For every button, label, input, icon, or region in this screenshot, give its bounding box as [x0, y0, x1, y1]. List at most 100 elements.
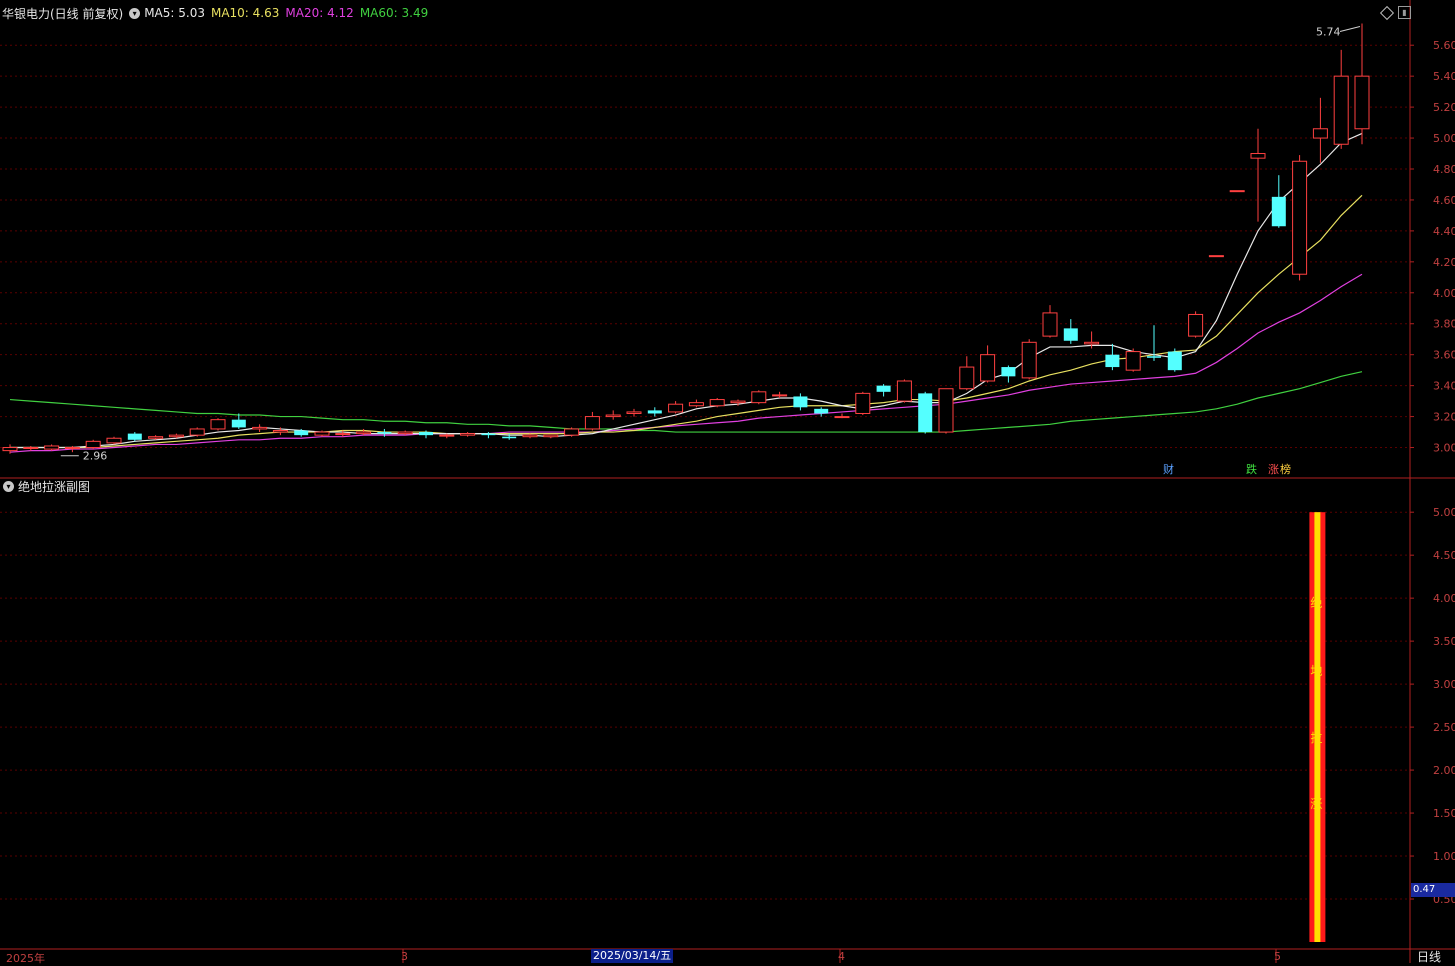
candle-body-up: [1333, 75, 1349, 145]
ma10-label: MA10: 4.63: [210, 6, 280, 20]
dropdown-circle-icon[interactable]: ▾: [129, 7, 141, 19]
candle-body-up: [335, 433, 351, 436]
candle-body-down: [918, 393, 933, 433]
main-tick-label: 4.00: [1433, 287, 1455, 300]
candle-body-up: [1042, 312, 1058, 337]
main-tick-label: 4.20: [1433, 256, 1455, 269]
candle-body-up: [252, 426, 268, 430]
ma20-label: MA20: 4.12: [285, 6, 354, 20]
main-tick-label: 3.60: [1433, 349, 1455, 362]
high-label: 5.74: [1316, 26, 1341, 39]
signal-bar-yellow: [1314, 512, 1321, 942]
period-label[interactable]: 日线: [1417, 948, 1441, 965]
candle-body-up: [772, 394, 788, 397]
main-tick-label: 4.40: [1433, 225, 1455, 238]
candle-body-down: [793, 396, 808, 408]
signal-bar-char: 涨: [1310, 796, 1322, 811]
dropdown-circle-icon[interactable]: ▾: [3, 480, 14, 492]
top-right-tools: ▮: [1379, 5, 1411, 21]
high-arrow: [1339, 26, 1361, 33]
sub-tick-label: 2.50: [1433, 721, 1455, 734]
candle-body-up: [23, 447, 39, 450]
candle-body-down: [127, 433, 142, 440]
candle-body-down: [1105, 354, 1120, 368]
candle-body-down: [419, 432, 433, 436]
kline-chart[interactable]: 5.60 5.40 5.20 5.00 4.80 4.60 4.40 4.20 4.00 3.80…: [0, 0, 1455, 963]
candle-body-up: [938, 388, 954, 433]
x-selected-date: 2025/03/14/五: [591, 949, 674, 963]
marker-cai[interactable]: 财: [1163, 461, 1174, 477]
marker-zhang[interactable]: 涨: [1268, 461, 1279, 477]
candle-body-up: [1292, 160, 1308, 275]
current-value-box: 0.47: [1411, 883, 1455, 897]
sub-tick-label: 1.50: [1433, 807, 1455, 820]
candle-body-up: [356, 431, 372, 435]
stock-title: 华银电力(日线 前复权): [2, 6, 124, 21]
candle-body-up: [543, 434, 559, 438]
candle-body-up: [189, 428, 205, 436]
ma10-line: [10, 194, 1363, 449]
marker-bang[interactable]: 榜: [1280, 461, 1291, 477]
main-tick-label: 5.60: [1433, 39, 1455, 52]
main-tick-label: 3.40: [1433, 380, 1455, 393]
x-label-may: 5: [1274, 950, 1281, 963]
candle-body-up: [626, 411, 642, 414]
candle-body-up: [1312, 128, 1328, 139]
sub-tick-label: 5.00: [1433, 506, 1455, 519]
candle-body-down: [377, 432, 392, 434]
candle-body-down: [1001, 367, 1016, 377]
main-tick-label: 5.00: [1433, 132, 1455, 145]
main-tick-label: 3.00: [1433, 442, 1455, 455]
candle-body-down: [294, 430, 309, 436]
sub-tick-label: 3.50: [1433, 635, 1455, 648]
candle-body-up: [834, 416, 850, 419]
candle-body-up: [1188, 313, 1204, 337]
marker-die[interactable]: 跌: [1246, 461, 1257, 477]
candle-body-up: [668, 403, 684, 413]
candle-body-up: [460, 433, 476, 436]
candle-body-up: [584, 416, 600, 430]
x-label-year: 2025年: [6, 952, 45, 965]
sub-tick-label: 4.50: [1433, 549, 1455, 562]
main-tick-label: 3.80: [1433, 318, 1455, 331]
candle-body-up: [855, 392, 871, 414]
candle-body-up: [148, 436, 164, 439]
main-tick-label: 4.80: [1433, 163, 1455, 176]
candle-body-up: [980, 354, 996, 382]
candle-body-up: [709, 399, 725, 407]
window-icon[interactable]: ▮: [1398, 6, 1411, 19]
sub-tick-label: 3.00: [1433, 678, 1455, 691]
candle-body-up: [397, 431, 413, 435]
candle-body-up: [439, 434, 455, 437]
candle-body-up: [605, 414, 621, 418]
candle-body-up: [1354, 75, 1370, 130]
candle-body-up: [314, 431, 330, 436]
candle-body-down: [647, 410, 662, 414]
candle-body-up: [730, 400, 746, 404]
candle-body-up: [1250, 153, 1266, 159]
candle-body-down: [1147, 356, 1161, 358]
signal-bar-char: 拉: [1310, 730, 1322, 745]
candle-body-down: [1167, 351, 1182, 371]
main-tick-label: 5.20: [1433, 101, 1455, 114]
candle-body-up: [106, 437, 122, 444]
chart-header: 华银电力(日线 前复权) ▾ MA5: 5.03 MA10: 4.63 MA20…: [0, 4, 428, 22]
candle-body-up: [896, 380, 912, 402]
x-label-april: 4: [838, 950, 845, 963]
sub-tick-label: 2.00: [1433, 764, 1455, 777]
candle-body-up: [564, 428, 580, 436]
candle-body-up: [522, 434, 538, 438]
candle-body-up: [64, 447, 80, 450]
candle-body-up: [1021, 341, 1037, 379]
candle-body-up: [210, 419, 226, 430]
candle-body-down: [481, 433, 496, 436]
signal-bar-char: 地: [1310, 664, 1322, 678]
ma5-label: MA5: 5.03: [144, 6, 205, 20]
candle-body-up: [1125, 351, 1141, 371]
candle-body-down: [876, 385, 891, 392]
candle-body-down: [1063, 328, 1078, 341]
diamond-icon[interactable]: [1379, 5, 1395, 21]
ma5-line: [10, 132, 1363, 449]
main-tick-label: 3.20: [1433, 411, 1455, 424]
ma60-label: MA60: 3.49: [359, 6, 429, 20]
